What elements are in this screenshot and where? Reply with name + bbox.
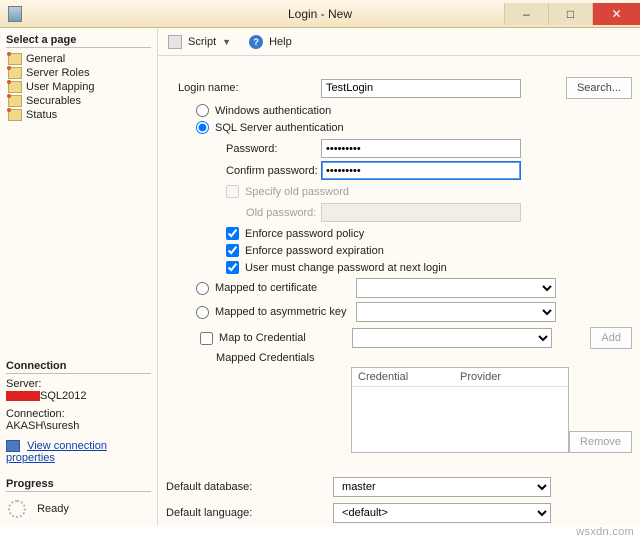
progress-spinner-icon xyxy=(8,500,26,518)
window-controls xyxy=(504,3,640,25)
cred-grid-header: Credential Provider xyxy=(352,368,568,387)
watermark: wsxdn.com xyxy=(576,526,634,538)
mapped-asym-radio-input[interactable] xyxy=(196,306,209,319)
sidebar-item-user-mapping[interactable]: User Mapping xyxy=(6,80,151,94)
toolbar: Script ▼ ? Help xyxy=(158,28,640,56)
minimize-button[interactable] xyxy=(504,3,548,25)
mapped-asym-combo[interactable] xyxy=(356,302,556,322)
page-icon xyxy=(8,95,22,107)
specify-old-password-checkbox xyxy=(226,185,239,198)
maximize-button[interactable] xyxy=(548,3,592,25)
sidebar-item-securables[interactable]: Securables xyxy=(6,94,151,108)
page-list: General Server Roles User Mapping Secura… xyxy=(6,52,151,122)
enforce-policy-check[interactable]: Enforce password policy xyxy=(166,225,632,242)
confirm-password-input[interactable] xyxy=(321,161,521,180)
help-button[interactable]: Help xyxy=(269,36,292,48)
enforce-expiration-check[interactable]: Enforce password expiration xyxy=(166,242,632,259)
mapped-asym-label: Mapped to asymmetric key xyxy=(215,306,350,318)
sidebar-item-status[interactable]: Status xyxy=(6,108,151,122)
script-icon xyxy=(168,35,182,49)
enforce-expiration-label: Enforce password expiration xyxy=(245,245,384,257)
sidebar-item-label: User Mapping xyxy=(26,81,94,93)
map-to-credential-checkbox[interactable] xyxy=(200,332,213,345)
default-database-label: Default database: xyxy=(166,481,333,493)
remove-button[interactable]: Remove xyxy=(569,431,632,453)
specify-old-password-label: Specify old password xyxy=(245,186,349,198)
page-icon xyxy=(8,81,22,93)
mapped-credentials-label: Mapped Credentials xyxy=(166,352,321,364)
must-change-check[interactable]: User must change password at next login xyxy=(166,259,632,276)
page-icon xyxy=(8,67,22,79)
mapped-cert-combo[interactable] xyxy=(356,278,556,298)
app-icon xyxy=(8,6,22,22)
connection-header: Connection xyxy=(6,360,151,374)
sidebar-item-label: Securables xyxy=(26,95,81,107)
windows-auth-label: Windows authentication xyxy=(215,105,331,117)
map-to-credential-combo[interactable] xyxy=(352,328,552,348)
enforce-policy-checkbox[interactable] xyxy=(226,227,239,240)
sql-auth-label: SQL Server authentication xyxy=(215,122,344,134)
server-value: SQL2012 xyxy=(6,390,151,402)
mapped-credentials-grid[interactable]: Credential Provider xyxy=(351,367,569,453)
sidebar-item-general[interactable]: General xyxy=(6,52,151,66)
main-pane: Script ▼ ? Help Login name: Search... Wi… xyxy=(158,28,640,526)
progress-status-row: Ready xyxy=(6,496,151,522)
default-database-combo[interactable]: master xyxy=(333,477,551,497)
mapped-cert-radio[interactable]: Mapped to certificate xyxy=(166,276,632,300)
form: Login name: Search... Windows authentica… xyxy=(158,56,640,474)
mapped-cert-label: Mapped to certificate xyxy=(215,282,350,294)
help-icon: ? xyxy=(249,35,263,49)
specify-old-password-check: Specify old password xyxy=(166,183,632,200)
script-dropdown-icon[interactable]: ▼ xyxy=(222,37,231,47)
select-page-header: Select a page xyxy=(6,34,151,48)
mapped-cert-radio-input[interactable] xyxy=(196,282,209,295)
sidebar-item-label: General xyxy=(26,53,65,65)
cred-col-provider: Provider xyxy=(460,371,562,383)
script-button[interactable]: Script xyxy=(188,36,216,48)
must-change-label: User must change password at next login xyxy=(245,262,447,274)
titlebar: Login - New xyxy=(0,0,640,28)
sidebar-item-label: Status xyxy=(26,109,57,121)
progress-status: Ready xyxy=(37,503,69,515)
password-input[interactable] xyxy=(321,139,521,158)
add-button[interactable]: Add xyxy=(590,327,632,349)
connection-properties-icon xyxy=(6,440,20,452)
progress-header: Progress xyxy=(6,478,151,492)
default-language-combo[interactable]: <default> xyxy=(333,503,551,523)
sql-auth-radio[interactable]: SQL Server authentication xyxy=(166,119,632,136)
windows-auth-radio[interactable]: Windows authentication xyxy=(166,102,632,119)
connection-label: Connection: xyxy=(6,408,151,420)
connection-value: AKASH\suresh xyxy=(6,420,151,432)
login-name-label: Login name: xyxy=(166,82,321,94)
must-change-checkbox[interactable] xyxy=(226,261,239,274)
enforce-expiration-checkbox[interactable] xyxy=(226,244,239,257)
confirm-password-label: Confirm password: xyxy=(166,165,321,177)
windows-auth-radio-input[interactable] xyxy=(196,104,209,117)
view-connection-properties-link[interactable]: View connection properties xyxy=(6,440,107,464)
server-label: Server: xyxy=(6,378,151,390)
password-label: Password: xyxy=(166,143,321,155)
map-to-credential-label: Map to Credential xyxy=(219,332,352,344)
close-button[interactable] xyxy=(592,3,640,25)
sidebar-item-server-roles[interactable]: Server Roles xyxy=(6,66,151,80)
redacted-icon xyxy=(6,391,40,401)
page-icon xyxy=(8,109,22,121)
login-name-input[interactable] xyxy=(321,79,521,98)
sql-auth-radio-input[interactable] xyxy=(196,121,209,134)
cred-col-credential: Credential xyxy=(358,371,460,383)
old-password-label: Old password: xyxy=(166,207,321,219)
mapped-asym-radio[interactable]: Mapped to asymmetric key xyxy=(166,300,632,324)
sidebar-item-label: Server Roles xyxy=(26,67,90,79)
sidebar: Select a page General Server Roles User … xyxy=(0,28,158,526)
page-icon xyxy=(8,53,22,65)
connection-info: Server: SQL2012 Connection: AKASH\suresh… xyxy=(6,378,151,464)
default-language-label: Default language: xyxy=(166,507,333,519)
enforce-policy-label: Enforce password policy xyxy=(245,228,364,240)
search-button[interactable]: Search... xyxy=(566,77,632,99)
old-password-input xyxy=(321,203,521,222)
